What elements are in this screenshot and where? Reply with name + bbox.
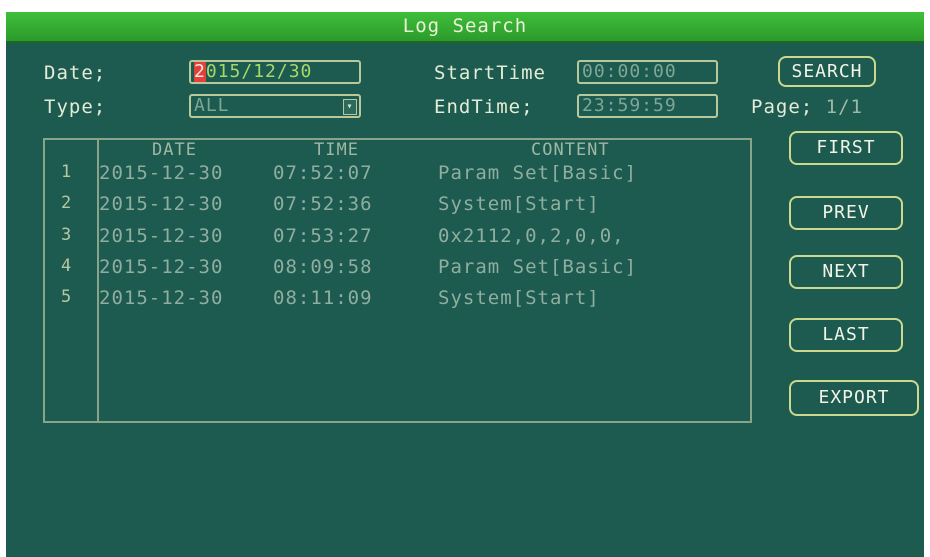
row-time: 08:09:58 — [273, 256, 373, 278]
row-date: 2015-12-30 — [99, 162, 224, 184]
type-value: ALL — [194, 95, 230, 116]
row-time: 07:52:07 — [273, 162, 373, 184]
table-row[interactable]: 5 2015-12-30 08:11:09 System[Start] — [45, 287, 750, 314]
title-bar: Log Search — [6, 12, 924, 43]
last-page-button[interactable]: LAST — [789, 318, 903, 352]
row-number: 1 — [61, 162, 72, 182]
start-time-field[interactable]: 00:00:00 — [577, 60, 718, 84]
window-title: Log Search — [402, 15, 528, 37]
date-field[interactable]: 2015/12/30 — [189, 60, 361, 84]
first-page-button[interactable]: FIRST — [789, 131, 903, 165]
row-time: 07:53:27 — [273, 225, 373, 247]
log-table: DATE TIME CONTENT 1 2015-12-30 07:52:07 … — [43, 138, 752, 423]
table-row[interactable]: 1 2015-12-30 07:52:07 Param Set[Basic] — [45, 162, 750, 189]
end-time-label: EndTime; — [434, 96, 534, 118]
next-page-button[interactable]: NEXT — [789, 255, 903, 289]
table-row[interactable]: 2 2015-12-30 07:52:36 System[Start] — [45, 193, 750, 220]
row-date: 2015-12-30 — [99, 256, 224, 278]
header-time: TIME — [314, 140, 359, 160]
row-content: Param Set[Basic] — [438, 256, 638, 278]
type-label: Type; — [44, 96, 107, 118]
log-search-screen: Log Search Date; 2015/12/30 StartTime 00… — [6, 12, 924, 557]
dropdown-arrow-icon[interactable]: ▾ — [343, 99, 357, 115]
export-button[interactable]: EXPORT — [789, 380, 919, 416]
row-number: 2 — [61, 193, 72, 213]
row-content: System[Start] — [438, 287, 600, 309]
row-time: 08:11:09 — [273, 287, 373, 309]
date-cursor-digit: 2 — [194, 61, 206, 82]
row-date: 2015-12-30 — [99, 225, 224, 247]
page-label: Page; — [751, 96, 814, 118]
row-number: 5 — [61, 287, 72, 307]
row-content: 0x2112,0,2,0,0, — [438, 225, 625, 247]
date-value: 015/12/30 — [205, 61, 313, 82]
row-date: 2015-12-30 — [99, 287, 224, 309]
row-number: 3 — [61, 225, 72, 245]
search-button[interactable]: SEARCH — [778, 56, 876, 87]
date-label: Date; — [44, 62, 107, 84]
page-indicator: Page; 1/1 — [751, 96, 863, 118]
end-time-field[interactable]: 23:59:59 — [577, 94, 718, 118]
header-date: DATE — [152, 140, 197, 160]
header-content: CONTENT — [531, 140, 610, 160]
row-time: 07:52:36 — [273, 193, 373, 215]
start-time-label: StartTime — [434, 62, 546, 84]
row-number: 4 — [61, 256, 72, 276]
page-value: 1/1 — [825, 96, 863, 118]
row-content: Param Set[Basic] — [438, 162, 638, 184]
row-date: 2015-12-30 — [99, 193, 224, 215]
prev-page-button[interactable]: PREV — [789, 196, 903, 230]
table-row[interactable]: 4 2015-12-30 08:09:58 Param Set[Basic] — [45, 256, 750, 283]
row-content: System[Start] — [438, 193, 600, 215]
table-row[interactable]: 3 2015-12-30 07:53:27 0x2112,0,2,0,0, — [45, 225, 750, 252]
type-select[interactable]: ALL ▾ — [189, 94, 361, 118]
